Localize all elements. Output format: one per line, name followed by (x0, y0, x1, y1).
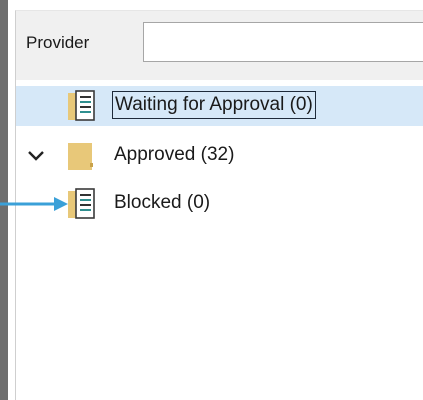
tree-item-waiting-for-approval[interactable]: Waiting for Approval (0) (16, 86, 423, 126)
chevron-down-icon[interactable] (26, 146, 46, 166)
filter-toolbar: Provider (15, 10, 423, 80)
tree-item-label: Waiting for Approval (0) (112, 91, 316, 119)
approval-tree: Waiting for Approval (0) Approved (32) B… (15, 80, 423, 400)
provider-input[interactable] (143, 22, 423, 62)
tree-item-blocked[interactable]: Blocked (0) (16, 184, 423, 224)
provider-label: Provider (26, 33, 90, 52)
annotation-arrow-icon (0, 197, 68, 211)
tree-item-label: Approved (32) (114, 144, 235, 165)
tree-item-label: Blocked (0) (114, 192, 211, 213)
document-folder-icon (68, 188, 95, 219)
folder-icon (68, 143, 93, 170)
tree-item-approved[interactable]: Approved (32) (16, 136, 423, 176)
document-folder-icon (68, 90, 95, 121)
